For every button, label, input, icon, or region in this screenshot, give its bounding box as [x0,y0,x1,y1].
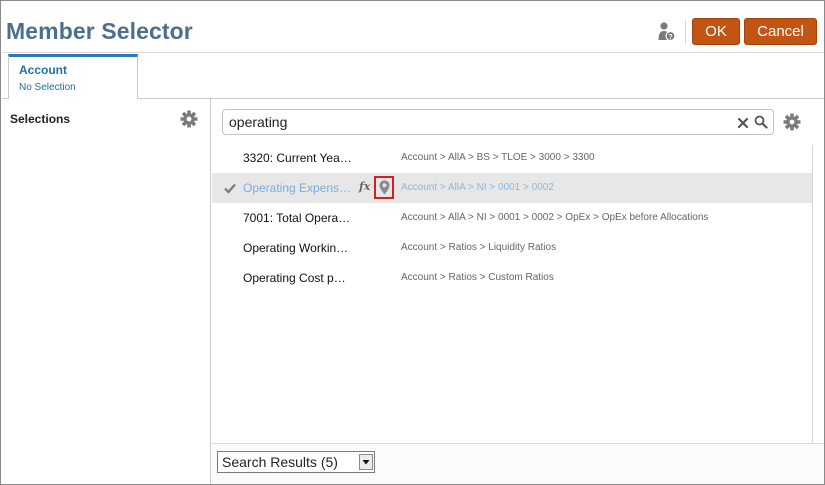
checkmark-icon [224,181,236,194]
member-name: Operating Cost p… [243,271,346,285]
person-help-icon[interactable]: ? [657,21,677,43]
member-path: Account > Ratios > Custom Ratios [401,272,554,283]
cancel-button[interactable]: Cancel [744,18,817,45]
tab-selection-status: No Selection [19,82,76,93]
list-item[interactable]: 7001: Total Opera… Account > AllA > NI >… [212,203,812,233]
member-name: 3320: Current Yea… [243,151,352,165]
svg-text:?: ? [668,34,672,41]
header-divider-line [2,52,824,53]
search-input[interactable]: operating [222,109,774,135]
ok-button[interactable]: OK [692,18,740,45]
search-input-value: operating [229,114,288,130]
member-path: Account > AllA > BS > TLOE > 3000 > 3300 [401,152,595,163]
selections-pane: Selections [2,99,211,484]
member-name: 7001: Total Opera… [243,211,351,225]
scrollbar-track[interactable] [812,145,813,443]
header-divider [685,20,686,44]
gear-icon[interactable] [180,110,198,128]
formula-icon: fx [359,180,371,193]
member-path: Account > AllA > NI > 0001 > 0002 > OpEx… [401,212,709,223]
view-select[interactable]: Search Results (5) [217,451,375,473]
search-icon[interactable] [754,115,768,129]
list-item[interactable]: 3320: Current Yea… Account > AllA > BS >… [212,143,812,173]
member-path: Account > Ratios > Liquidity Ratios [401,242,557,253]
tab-title: Account [19,63,67,77]
map-pin-icon[interactable] [374,176,394,199]
selections-label: Selections [10,112,71,126]
dialog-title: Member Selector [6,18,193,44]
member-selector-dialog: Member Selector ? OK Cancel Account No S… [0,0,825,485]
chevron-down-icon[interactable] [359,454,373,470]
close-icon[interactable] [737,116,749,129]
member-name: Operating Workin… [243,241,349,255]
gear-icon[interactable] [783,113,801,131]
list-item[interactable]: Operating Expens… fx Account > AllA > NI… [212,173,812,203]
list-item[interactable]: Operating Cost p… Account > Ratios > Cus… [212,263,812,293]
member-path: Account > AllA > NI > 0001 > 0002 [401,182,554,193]
tab-account[interactable]: Account No Selection [8,54,138,99]
view-select-value: Search Results (5) [222,454,338,470]
list-item[interactable]: Operating Workin… Account > Ratios > Liq… [212,233,812,263]
search-results-list: 3320: Current Yea… Account > AllA > BS >… [212,143,812,443]
member-name: Operating Expens… [243,181,352,195]
